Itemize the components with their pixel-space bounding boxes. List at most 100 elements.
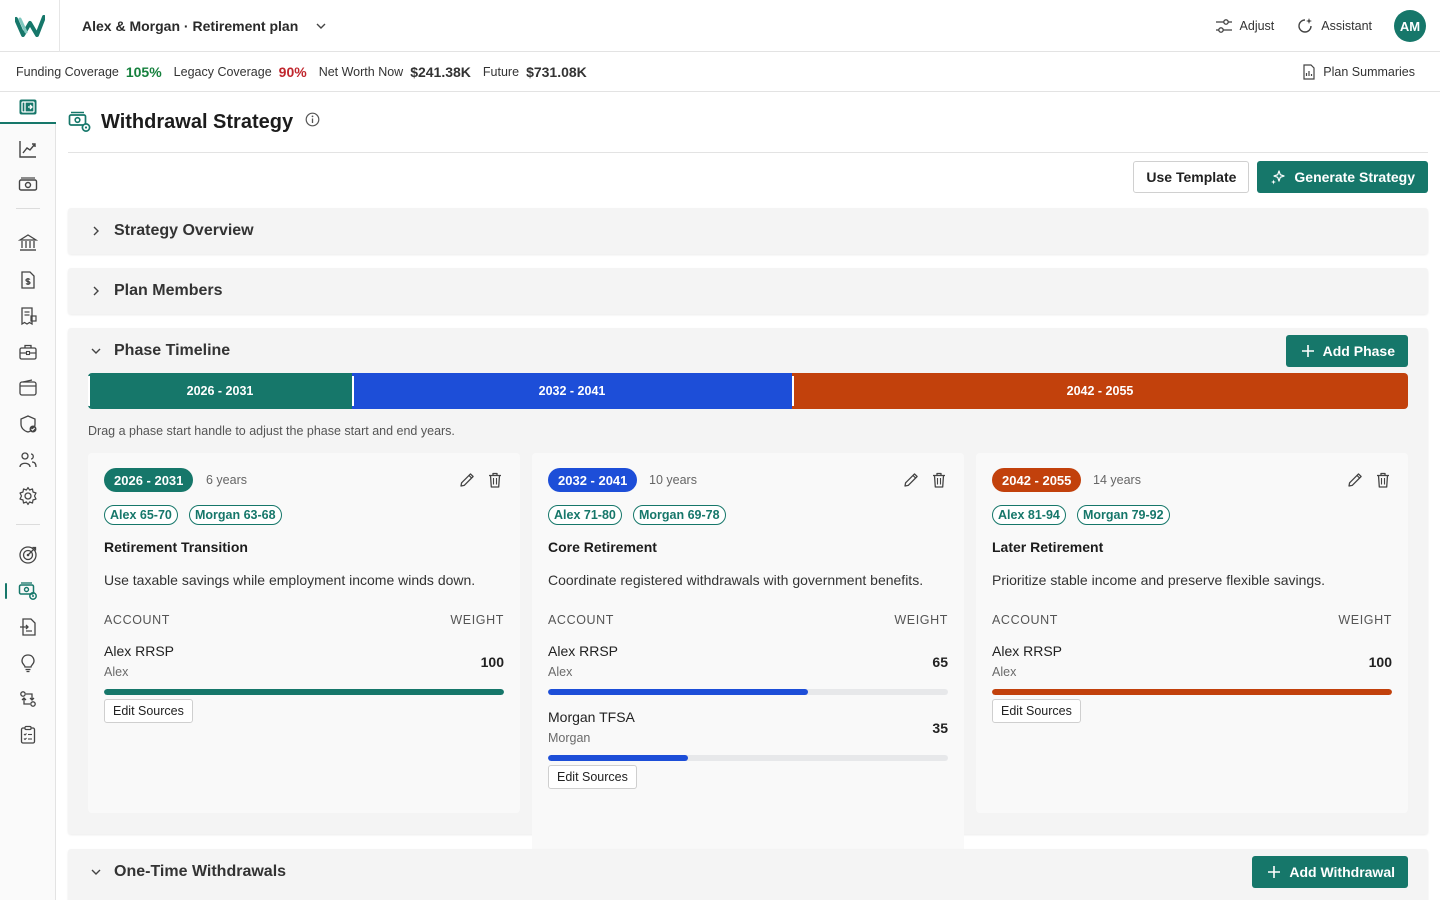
- phase-card: 2042 - 2055 14 years Alex 81-94 Morgan 79-9…: [976, 453, 1408, 813]
- timeline-hint: Drag a phase start handle to adjust the …: [88, 424, 455, 438]
- phase-timeline-bar: 2026 - 2031 2032 - 2041 2042 - 2055: [88, 373, 1408, 409]
- sidebar-item-employment[interactable]: [0, 334, 56, 370]
- pencil-icon: [904, 473, 918, 487]
- sidebar: [0, 92, 56, 900]
- chevron-down-icon[interactable]: [314, 19, 328, 33]
- edit-phase-button[interactable]: [1346, 471, 1364, 489]
- delete-phase-button[interactable]: [930, 471, 948, 489]
- legacy-coverage-value: 90%: [278, 63, 307, 80]
- sidebar-item-goals[interactable]: [0, 537, 56, 573]
- bank-icon: [18, 234, 38, 251]
- sidebar-item-accounts[interactable]: [0, 225, 56, 261]
- future-stat: Future $731.08K: [483, 64, 587, 80]
- account-name: Alex RRSP: [548, 643, 619, 659]
- users-icon: [19, 452, 37, 468]
- weight-column-header: WEIGHT: [450, 613, 504, 627]
- assistant-label: Assistant: [1321, 19, 1372, 33]
- delete-phase-button[interactable]: [486, 471, 504, 489]
- account-name: Alex RRSP: [104, 643, 175, 659]
- strategy-overview-header[interactable]: Strategy Overview: [68, 208, 1428, 254]
- sidebar-item-income[interactable]: [0, 262, 56, 298]
- one-time-withdrawals-section: One-Time Withdrawals Add Withdrawal: [68, 849, 1428, 900]
- sidebar-item-insights[interactable]: [0, 645, 56, 681]
- use-template-button[interactable]: Use Template: [1133, 161, 1250, 193]
- sidebar-item-wallet[interactable]: [0, 370, 56, 406]
- sidebar-item-cashflow[interactable]: [0, 167, 56, 203]
- pencil-icon: [460, 473, 474, 487]
- collapse-sidebar-icon: [19, 99, 37, 115]
- plan-members-section: Plan Members: [68, 268, 1428, 314]
- timeline-segment[interactable]: 2032 - 2041: [352, 373, 792, 409]
- shield-check-icon: [20, 415, 37, 433]
- generate-strategy-button[interactable]: Generate Strategy: [1257, 161, 1428, 193]
- briefcase-icon: [19, 344, 37, 360]
- assistant-button[interactable]: Assistant: [1296, 17, 1372, 35]
- weight-bar: [548, 689, 948, 695]
- avatar[interactable]: AM: [1394, 10, 1426, 42]
- sidebar-divider: [16, 524, 40, 525]
- app-logo[interactable]: [0, 0, 60, 52]
- sidebar-item-expenses[interactable]: [0, 298, 56, 334]
- timeline-segment[interactable]: 2042 - 2055: [792, 373, 1408, 409]
- account-column-header: ACCOUNT: [548, 613, 615, 627]
- weight-bar-fill: [104, 689, 504, 695]
- phase-start-handle[interactable]: [88, 376, 90, 406]
- info-icon[interactable]: [305, 112, 320, 132]
- phase-start-handle[interactable]: [792, 376, 794, 406]
- account-column-header: ACCOUNT: [104, 613, 171, 627]
- section-title: Phase Timeline: [114, 342, 231, 359]
- account-weight: 65: [932, 654, 948, 670]
- edit-sources-button[interactable]: Edit Sources: [548, 765, 637, 789]
- sidebar-item-projections[interactable]: [0, 131, 56, 167]
- phase-range-badge: 2032 - 2041: [548, 468, 638, 492]
- edit-sources-button[interactable]: Edit Sources: [992, 699, 1081, 723]
- sidebar-item-insurance[interactable]: [0, 406, 56, 442]
- trash-icon: [1377, 472, 1389, 488]
- page-actions: Use Template Generate Strategy: [1133, 161, 1428, 193]
- withdrawal-strategy-icon: [18, 582, 37, 600]
- edit-phase-button[interactable]: [902, 471, 920, 489]
- phase-description: Use taxable savings while employment inc…: [104, 572, 476, 588]
- account-weight: 35: [932, 720, 948, 736]
- plan-summaries-button[interactable]: Plan Summaries: [1302, 52, 1415, 92]
- sidebar-item-settings[interactable]: [0, 478, 56, 514]
- adjust-button[interactable]: Adjust: [1215, 18, 1275, 34]
- plus-icon: [1268, 866, 1281, 878]
- phase-timeline-section: Phase Timeline Add Phase 2026 - 2031 2032…: [68, 328, 1428, 879]
- edit-phase-button[interactable]: [458, 471, 476, 489]
- sidebar-item-scenarios[interactable]: [0, 681, 56, 717]
- member-age-chip: Alex 81-94: [992, 505, 1066, 525]
- timeline-segment[interactable]: 2026 - 2031: [88, 373, 352, 409]
- phase-description: Coordinate registered withdrawals with g…: [548, 572, 924, 588]
- target-icon: [19, 546, 37, 564]
- stats-bar: Funding Coverage 105% Legacy Coverage 90…: [0, 52, 1440, 92]
- trash-icon: [933, 472, 945, 488]
- sidebar-item-collapse[interactable]: [0, 92, 56, 124]
- chart-line-icon: [19, 141, 36, 158]
- delete-phase-button[interactable]: [1374, 471, 1392, 489]
- chevron-right-icon: [93, 226, 99, 236]
- weight-bar: [548, 755, 948, 761]
- lightbulb-icon: [21, 654, 35, 673]
- sidebar-item-withdrawal-strategy[interactable]: [0, 573, 56, 609]
- timeline-segment-label: 2026 - 2031: [186, 384, 254, 398]
- one-time-withdrawals-header[interactable]: One-Time Withdrawals: [68, 849, 1428, 895]
- plan-members-header[interactable]: Plan Members: [68, 268, 1428, 314]
- account-owner: Alex: [548, 665, 573, 679]
- assistant-icon: [1298, 18, 1313, 33]
- phase-start-handle[interactable]: [352, 376, 354, 406]
- sidebar-item-checklist[interactable]: [0, 717, 56, 753]
- add-phase-button[interactable]: Add Phase: [1285, 335, 1408, 367]
- sidebar-item-transfers[interactable]: [0, 609, 56, 645]
- plan-title[interactable]: Alex & Morgan · Retirement plan: [82, 18, 298, 34]
- wallet-icon: [19, 379, 37, 396]
- trash-icon: [489, 472, 501, 488]
- sidebar-item-people[interactable]: [0, 442, 56, 478]
- member-age-chip: Alex 71-80: [548, 505, 622, 525]
- add-withdrawal-button[interactable]: Add Withdrawal: [1252, 856, 1408, 888]
- adjust-label: Adjust: [1239, 19, 1275, 33]
- phase-timeline-header[interactable]: Phase Timeline: [68, 328, 1428, 374]
- phase-name: Later Retirement: [992, 539, 1104, 555]
- page-header: Withdrawal Strategy: [68, 92, 1428, 153]
- edit-sources-button[interactable]: Edit Sources: [104, 699, 193, 723]
